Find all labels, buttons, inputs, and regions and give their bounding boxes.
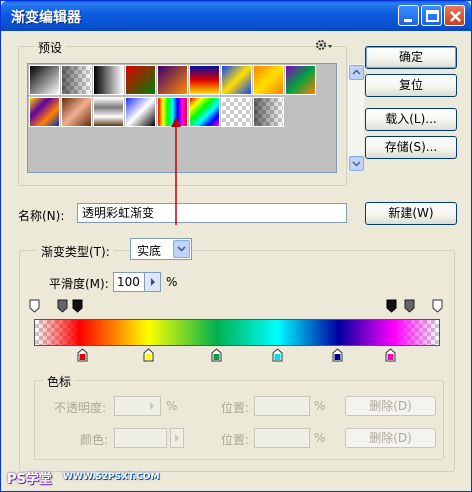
gradient-editor-window: 渐变编辑器 预设 确定 复位 载入(L)... 存储(S)... 名称(N): … (0, 0, 472, 492)
new-button[interactable]: 新建(W) (365, 202, 457, 225)
maximize-button[interactable] (421, 5, 442, 26)
stops-label: 色标 (43, 373, 76, 390)
gradient-type-value: 实底 (137, 244, 162, 258)
window-title: 渐变编辑器 (11, 10, 81, 26)
preset-swatch-spectrum[interactable] (125, 97, 156, 127)
preset-swatch-copper[interactable] (61, 97, 92, 127)
gradient-type-label: 渐变类型(T): (37, 243, 114, 260)
smoothness-value: 100 (117, 275, 140, 289)
color-menu-button[interactable] (170, 428, 184, 448)
annotation-arrow (171, 117, 181, 225)
title-bar[interactable]: 渐变编辑器 (1, 1, 471, 31)
close-button[interactable] (444, 5, 465, 26)
watermark-right: WWW.52PSXT.COM (63, 472, 160, 482)
load-button[interactable]: 载入(L)... (365, 108, 457, 131)
dropdown-button[interactable] (173, 240, 190, 258)
smoothness-unit: % (166, 275, 178, 289)
preset-swatch-transparent-stripes[interactable] (221, 97, 252, 127)
color-stop[interactable] (211, 348, 222, 362)
preset-swatch-violet-green-orange[interactable] (285, 65, 316, 95)
color-location-label: 位置: (221, 433, 250, 447)
color-swatch[interactable] (114, 428, 167, 448)
opacity-stepper[interactable] (144, 397, 160, 415)
preset-swatch-blue-yellow-blue[interactable] (221, 65, 252, 95)
scroll-up-button[interactable] (349, 65, 364, 80)
color-stop[interactable] (332, 348, 343, 362)
presets-menu-button[interactable] (315, 38, 335, 55)
gradient-fill (35, 320, 439, 345)
triangle-right-icon (175, 434, 179, 442)
color-stop[interactable] (77, 348, 88, 362)
preset-swatch-foreground-to-background[interactable] (29, 65, 60, 95)
watermark-left: PS学堂 (7, 472, 52, 487)
opacity-input[interactable] (114, 396, 161, 416)
chevron-down-icon (177, 246, 186, 252)
opacity-label: 不透明度: (54, 401, 107, 415)
preset-swatch-violet-orange[interactable] (157, 65, 188, 95)
preset-swatch-red-green[interactable] (125, 65, 156, 95)
color-location-input[interactable] (254, 428, 310, 448)
preset-swatch-yellow-violet-orange-blue[interactable] (29, 97, 60, 127)
ok-button[interactable]: 确定 (365, 46, 457, 69)
smoothness-stepper[interactable] (144, 273, 160, 291)
opacity-unit: % (166, 399, 178, 413)
watermark: PS学堂 WWW.52PSXT.COM (5, 468, 159, 488)
triangle-right-icon (150, 402, 154, 410)
opacity-stop[interactable] (72, 299, 83, 313)
gradient-type-select[interactable]: 实底 (130, 238, 192, 260)
color-label: 颜色: (80, 433, 109, 447)
chevron-up-icon (352, 69, 361, 75)
smoothness-label: 平滑度(M): (49, 277, 109, 291)
preset-swatch-foreground-to-transparent[interactable] (61, 65, 92, 95)
minimize-icon (404, 19, 412, 22)
opacity-stop[interactable] (404, 299, 415, 313)
opacity-stop[interactable] (57, 299, 68, 313)
delete-opacity-stop-button[interactable]: 删除(D) (345, 396, 436, 416)
opacity-stop[interactable] (386, 299, 397, 313)
preset-swatch-neutral-density[interactable] (253, 97, 284, 127)
triangle-right-icon (151, 278, 155, 286)
name-input[interactable]: 透明彩虹渐变 (77, 203, 347, 223)
opacity-location-unit: % (314, 399, 326, 413)
opacity-location-label: 位置: (221, 401, 250, 415)
save-button[interactable]: 存储(S)... (365, 136, 457, 159)
opacity-stop[interactable] (432, 299, 443, 313)
opacity-stop[interactable] (29, 299, 40, 313)
preset-swatch-black-white[interactable] (93, 65, 124, 95)
presets-scrollbar[interactable] (347, 64, 364, 172)
smoothness-input[interactable]: 100 (113, 272, 161, 292)
color-stop[interactable] (385, 348, 396, 362)
gear-icon (316, 40, 332, 50)
stops-group (34, 380, 444, 460)
preset-swatch-orange-yellow-orange[interactable] (253, 65, 284, 95)
close-icon (450, 11, 461, 22)
preset-swatch-blue-red-yellow[interactable] (189, 65, 220, 95)
delete-color-stop-button[interactable]: 删除(D) (345, 428, 436, 448)
preset-swatch-transparent-rainbow[interactable] (189, 97, 220, 127)
scroll-down-button[interactable] (349, 156, 364, 171)
color-stop[interactable] (143, 348, 154, 362)
color-stop[interactable] (272, 348, 283, 362)
maximize-icon (426, 10, 439, 22)
name-label: 名称(N): (18, 209, 65, 223)
presets-label: 预设 (34, 39, 67, 56)
opacity-location-input[interactable] (254, 396, 310, 416)
reset-button[interactable]: 复位 (365, 74, 457, 97)
color-location-unit: % (314, 431, 326, 445)
preset-swatch-chrome[interactable] (93, 97, 124, 127)
minimize-button[interactable] (398, 5, 419, 26)
chevron-down-icon (352, 161, 361, 167)
gradient-preview-bar[interactable] (34, 319, 440, 346)
